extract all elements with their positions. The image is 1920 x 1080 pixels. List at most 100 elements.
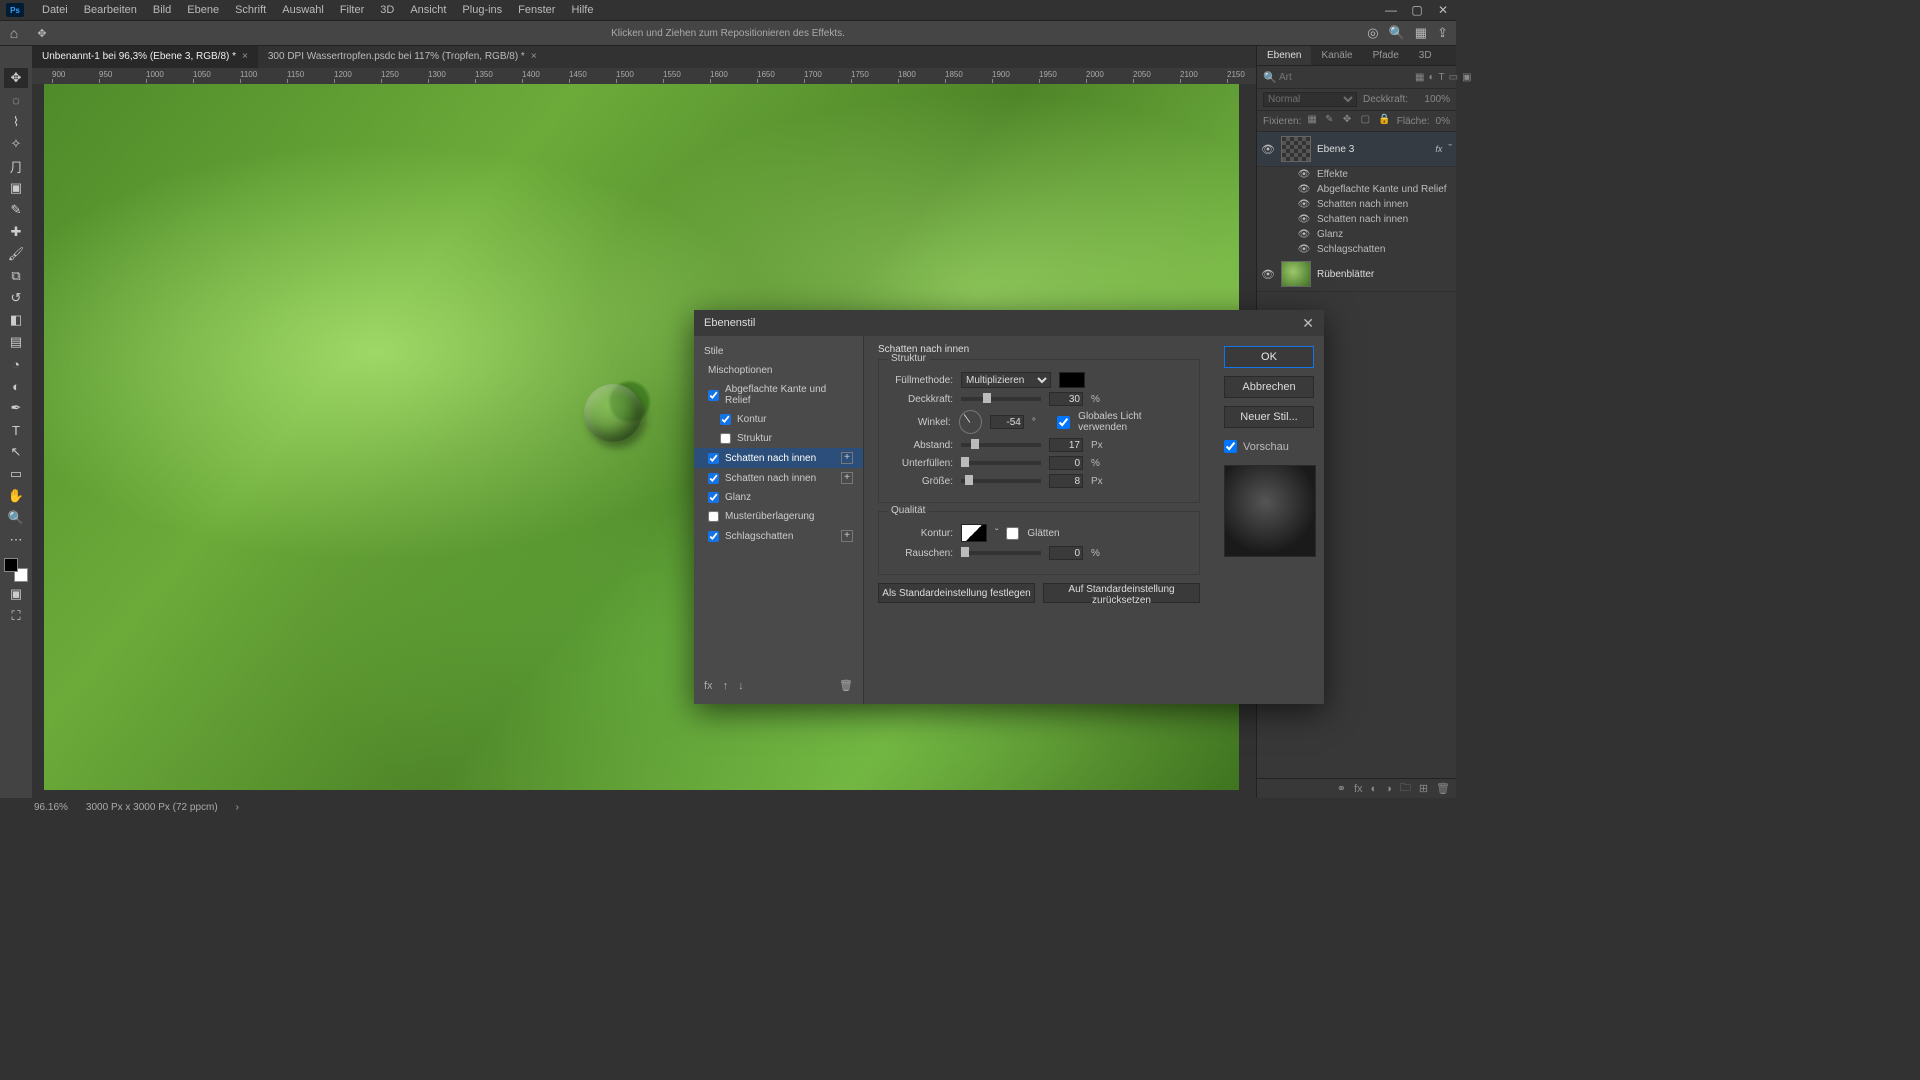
effect-bevel[interactable]: 👁Abgeflachte Kante und Relief xyxy=(1257,182,1456,197)
menu-bild[interactable]: Bild xyxy=(145,0,179,20)
search-icon[interactable]: 🔍 xyxy=(1263,71,1275,83)
add-effect-icon[interactable]: + xyxy=(841,472,853,484)
visibility-icon[interactable]: 👁 xyxy=(1261,143,1275,156)
new-style-button[interactable]: Neuer Stil... xyxy=(1224,406,1314,428)
checkbox-inner1[interactable] xyxy=(708,453,719,464)
menu-3d[interactable]: 3D xyxy=(372,0,402,20)
close-icon[interactable]: ✕ xyxy=(1302,315,1314,332)
chevron-down-icon[interactable]: ˇ xyxy=(1448,143,1452,155)
gradient-tool-icon[interactable]: ▤ xyxy=(4,332,28,352)
input-winkel[interactable] xyxy=(990,415,1024,429)
slider-groesse[interactable] xyxy=(961,479,1041,483)
layer-row-ebene3[interactable]: 👁 Ebene 3 fx ˇ xyxy=(1257,132,1456,167)
hand-tool-icon[interactable]: ✋ xyxy=(4,486,28,506)
fx-badge[interactable]: fx xyxy=(1435,144,1442,154)
add-effect-icon[interactable]: + xyxy=(841,530,853,542)
more-tools-icon[interactable]: ⋯ xyxy=(4,530,28,550)
lock-all-icon[interactable]: 🔒 xyxy=(1378,114,1390,128)
window-maximize-icon[interactable]: ▢ xyxy=(1404,0,1430,20)
lock-artboard-icon[interactable]: ▢ xyxy=(1361,114,1373,128)
blur-tool-icon[interactable]: ◔ xyxy=(4,354,28,374)
contour-picker[interactable] xyxy=(961,524,987,542)
effect-innershadow-2[interactable]: 👁Schatten nach innen xyxy=(1257,212,1456,227)
input-unterfuellen[interactable] xyxy=(1049,456,1083,470)
checkbox-inner2[interactable] xyxy=(708,473,719,484)
crop-tool-icon[interactable]: ⺆ xyxy=(4,156,28,176)
select-fuellmethode[interactable]: Multiplizieren xyxy=(961,372,1051,388)
status-docinfo[interactable]: 3000 Px x 3000 Px (72 ppcm) xyxy=(86,802,218,813)
add-effect-icon[interactable]: + xyxy=(841,452,853,464)
filter-smart-icon[interactable]: ▣ xyxy=(1462,70,1471,84)
lock-move-icon[interactable]: ✥ xyxy=(1343,114,1355,128)
path-tool-icon[interactable]: ↖ xyxy=(4,442,28,462)
layer-thumb[interactable] xyxy=(1281,261,1311,287)
row-kontur[interactable]: Kontur xyxy=(694,410,863,429)
visibility-icon[interactable]: 👁 xyxy=(1261,268,1275,281)
menu-datei[interactable]: Datei xyxy=(34,0,76,20)
effect-dropshadow[interactable]: 👁Schlagschatten xyxy=(1257,242,1456,257)
home-icon[interactable]: ⌂ xyxy=(0,25,28,41)
menu-bearbeiten[interactable]: Bearbeiten xyxy=(76,0,145,20)
share-icon[interactable]: ⇪ xyxy=(1437,25,1448,41)
window-close-icon[interactable]: ✕ xyxy=(1430,0,1456,20)
lasso-tool-icon[interactable]: ⌇ xyxy=(4,112,28,132)
layer-name[interactable]: Rübenblätter xyxy=(1317,269,1452,280)
menu-ebene[interactable]: Ebene xyxy=(179,0,227,20)
eyedropper-tool-icon[interactable]: ✎ xyxy=(4,200,28,220)
layer-thumb[interactable] xyxy=(1281,136,1311,162)
new-layer-icon[interactable]: ⊞ xyxy=(1419,782,1428,795)
adjustment-icon[interactable]: ◑ xyxy=(1385,783,1392,795)
effect-glanz[interactable]: 👁Glanz xyxy=(1257,227,1456,242)
menu-schrift[interactable]: Schrift xyxy=(227,0,274,20)
effects-header[interactable]: 👁 Effekte xyxy=(1257,167,1456,182)
checkbox-bevel[interactable] xyxy=(708,390,719,401)
group-icon[interactable]: 🗀 xyxy=(1400,779,1411,798)
shape-tool-icon[interactable]: ▭ xyxy=(4,464,28,484)
move-tool-icon[interactable]: ✥ xyxy=(4,68,28,88)
filter-pixel-icon[interactable]: ▦ xyxy=(1415,70,1424,84)
lock-brush-icon[interactable]: ✎ xyxy=(1325,114,1337,128)
checkbox-kontur[interactable] xyxy=(720,414,731,425)
screenmode-icon[interactable]: ⛶ xyxy=(4,606,28,626)
layer-name[interactable]: Ebene 3 xyxy=(1317,144,1429,155)
input-deckkraft[interactable] xyxy=(1049,392,1083,406)
checkbox-vorschau[interactable] xyxy=(1224,440,1237,453)
fx-icon[interactable]: fx xyxy=(1354,783,1363,795)
doc-tab-1[interactable]: Unbenannt-1 bei 96,3% (Ebene 3, RGB/8) *… xyxy=(32,46,258,68)
visibility-icon[interactable]: 👁 xyxy=(1297,199,1311,210)
row-bevel[interactable]: Abgeflachte Kante und Relief xyxy=(694,380,863,410)
visibility-icon[interactable]: 👁 xyxy=(1297,169,1311,180)
checkbox-muster[interactable] xyxy=(708,511,719,522)
tab-3d[interactable]: 3D xyxy=(1409,46,1442,65)
fill-value[interactable]: 0% xyxy=(1436,116,1450,127)
slider-rauschen[interactable] xyxy=(961,551,1041,555)
ok-button[interactable]: OK xyxy=(1224,346,1314,368)
input-groesse[interactable] xyxy=(1049,474,1083,488)
dodge-tool-icon[interactable]: ◐ xyxy=(4,376,28,396)
shadow-color-swatch[interactable] xyxy=(1059,372,1085,388)
move-down-icon[interactable]: ↓ xyxy=(738,680,744,692)
frame-tool-icon[interactable]: ▣ xyxy=(4,178,28,198)
visibility-icon[interactable]: 👁 xyxy=(1297,244,1311,255)
checkbox-struktur[interactable] xyxy=(720,433,731,444)
status-zoom[interactable]: 96.16% xyxy=(34,802,68,813)
menu-fenster[interactable]: Fenster xyxy=(510,0,563,20)
color-swatches[interactable] xyxy=(4,558,28,582)
filter-adjust-icon[interactable]: ◐ xyxy=(1428,70,1434,84)
checkbox-glanz[interactable] xyxy=(708,492,719,503)
menu-filter[interactable]: Filter xyxy=(332,0,372,20)
history-brush-icon[interactable]: ↺ xyxy=(4,288,28,308)
chevron-right-icon[interactable]: › xyxy=(236,802,239,813)
move-tool-icon[interactable]: ✥ xyxy=(28,27,56,40)
blend-mode-select[interactable]: Normal xyxy=(1263,92,1357,107)
stamp-tool-icon[interactable]: ⧉ xyxy=(4,266,28,286)
eraser-tool-icon[interactable]: ◧ xyxy=(4,310,28,330)
row-mischoptionen[interactable]: Mischoptionen xyxy=(694,361,863,380)
checkbox-global-light[interactable] xyxy=(1057,416,1070,429)
menu-hilfe[interactable]: Hilfe xyxy=(563,0,601,20)
pen-tool-icon[interactable]: ✒ xyxy=(4,398,28,418)
close-icon[interactable]: × xyxy=(242,46,248,68)
move-up-icon[interactable]: ↑ xyxy=(723,680,729,692)
type-tool-icon[interactable]: T xyxy=(4,420,28,440)
visibility-icon[interactable]: 👁 xyxy=(1297,229,1311,240)
